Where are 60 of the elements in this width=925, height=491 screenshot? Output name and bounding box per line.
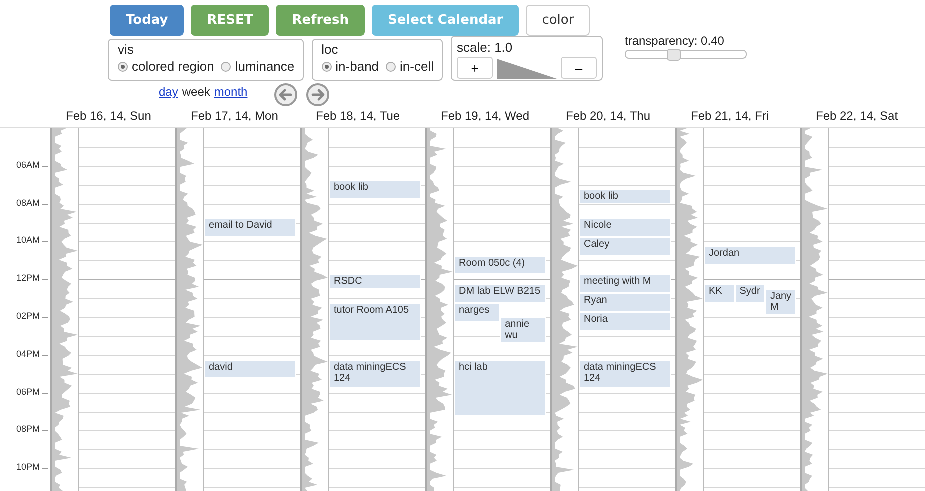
event-block[interactable]: hci lab — [454, 360, 546, 416]
event-block[interactable]: DM lab ELW B215 — [454, 284, 546, 303]
day-header: Feb 22, 14, Sat — [815, 109, 900, 125]
current-view-label[interactable]: week — [182, 85, 210, 99]
event-block[interactable]: Jany M — [765, 288, 796, 315]
event-block[interactable]: data miningECS 124 — [579, 360, 672, 388]
day-header: Feb 20, 14, Thu — [565, 109, 652, 125]
event-block[interactable]: book lib — [579, 189, 672, 204]
day-header: Feb 19, 14, Wed — [440, 109, 530, 125]
option-label: colored region — [132, 59, 214, 74]
event-block[interactable]: data miningECS 124 — [329, 360, 422, 388]
view-link[interactable]: month — [214, 85, 248, 99]
event-block[interactable]: Caley — [579, 236, 672, 256]
view-link[interactable]: day — [159, 85, 178, 99]
scale-label: scale: 1.0 — [457, 40, 513, 55]
option-label: luminance — [235, 59, 295, 74]
event-block[interactable]: david — [204, 360, 296, 378]
slider-thumb[interactable] — [667, 49, 681, 61]
transparency-label: transparency: 0.40 — [625, 34, 726, 48]
time-label: 10PM — [16, 462, 40, 472]
scale-down-button[interactable]: – — [561, 57, 597, 79]
option-label: in-band — [336, 59, 380, 74]
option-title: vis — [118, 42, 135, 57]
time-label: 04PM — [16, 348, 40, 359]
time-label: 12PM — [16, 273, 40, 284]
day-header: Feb 16, 14, Sun — [65, 109, 152, 125]
event-block[interactable]: book lib — [329, 180, 422, 199]
event-block[interactable]: Ryan — [579, 293, 672, 312]
scale-up-button[interactable]: + — [457, 57, 493, 79]
event-block[interactable]: RSDC — [329, 274, 422, 290]
day-header: Feb 21, 14, Fri — [690, 109, 770, 125]
time-label: 06PM — [16, 386, 40, 397]
time-label: 06AM — [16, 160, 40, 170]
time-label: 10AM — [16, 235, 40, 246]
time-label: 08AM — [16, 198, 40, 208]
scale-ramp-icon — [497, 59, 557, 79]
day-header: Feb 18, 14, Tue — [315, 109, 402, 125]
event-block[interactable]: KK — [704, 284, 735, 303]
radio-button[interactable] — [386, 62, 396, 72]
event-block[interactable]: email to David — [204, 218, 296, 237]
radio-button[interactable] — [221, 62, 232, 72]
day-header: Feb 17, 14, Mon — [190, 109, 280, 125]
radio-button[interactable] — [118, 62, 128, 72]
event-block[interactable]: Noria — [579, 312, 672, 332]
time-label: 02PM — [16, 311, 40, 321]
option-label: in-cell — [400, 59, 434, 74]
radio-button[interactable] — [322, 62, 332, 72]
toolbar-button[interactable]: Today — [110, 5, 184, 36]
transparency-slider[interactable] — [625, 50, 747, 59]
event-block[interactable]: Nicole — [579, 218, 672, 237]
event-block[interactable]: Jordan — [704, 246, 796, 266]
event-block[interactable]: Sydr — [734, 284, 766, 303]
event-block[interactable]: meeting with M — [579, 274, 672, 294]
event-block[interactable]: tutor Room A105 — [329, 302, 422, 341]
event-block[interactable]: Room 050c (4) — [454, 256, 546, 274]
toolbar-button[interactable]: color — [526, 5, 590, 36]
option-title: loc — [322, 42, 340, 57]
event-block[interactable]: narges — [454, 302, 500, 322]
time-label: 08PM — [16, 424, 40, 434]
event-block[interactable]: annie wu — [500, 317, 546, 343]
